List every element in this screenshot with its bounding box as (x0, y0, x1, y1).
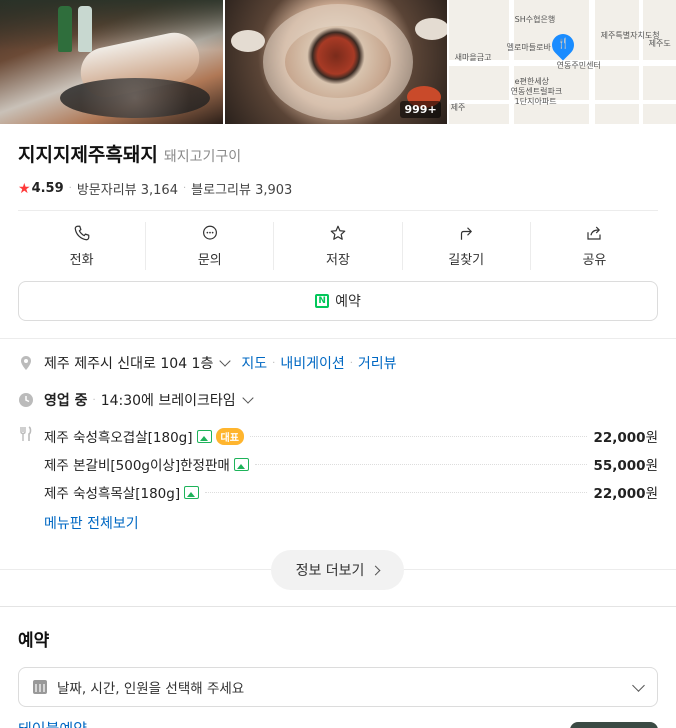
naver-booking-icon: N (315, 294, 330, 308)
gallery-photo-1[interactable] (0, 0, 224, 124)
more-info-button[interactable]: 정보 더보기 (271, 550, 404, 590)
separator-dot: · (349, 357, 353, 369)
menu-view-all-row: 메뉴판 전체보기 (44, 513, 139, 533)
star-rating-icon: ★ (18, 180, 31, 197)
reservation-date-select[interactable]: 날짜, 시간, 인원을 선택해 주세요 (18, 667, 658, 707)
address-row: 제주 제주시 신대로 104 1층 지도 · 내비게이션 · 거리뷰 (18, 353, 397, 373)
clock-icon (18, 392, 34, 408)
menu-icon-row (18, 426, 44, 442)
map-label: 1단지아파트 (514, 97, 557, 106)
menu-item[interactable]: 제주 본갈비[500g이상]한정판매 55,000원 (44, 454, 658, 474)
place-header: 지지지제주흑돼지 돼지고기구이 ★ 4.59 · 방문자리뷰 3,164 · 블… (18, 124, 658, 198)
map-label: 멜로마들로바 (506, 43, 551, 52)
table-reservation-link[interactable]: 테이블예약 (18, 718, 87, 728)
reserve-label: 예약 (335, 294, 361, 310)
hours-status: 영업 중 (44, 393, 88, 409)
dotted-leader (249, 435, 588, 437)
reservation-section-title: 예약 (18, 631, 50, 651)
inquiry-label: 문의 (197, 253, 222, 268)
divider (18, 210, 658, 211)
menu-item-price: 22,000원 (593, 430, 658, 446)
rating-row: ★ 4.59 · 방문자리뷰 3,164 · 블로그리뷰 3,903 (18, 179, 658, 199)
map-link[interactable]: 지도 (241, 353, 267, 373)
phone-icon (74, 225, 89, 241)
reservation-thumbnail[interactable] (570, 722, 658, 728)
share-icon (587, 226, 602, 240)
chevron-down-icon[interactable] (219, 355, 232, 367)
photo-icon (233, 457, 249, 471)
map-thumbnail[interactable]: SH수협은행 제주특별자치도청 제주도 멜로마들로바 새마을금고 연동주민센터 … (448, 0, 676, 124)
directions-icon (461, 227, 473, 240)
grill-shape (60, 78, 210, 118)
menu-item-name: 제주 숙성흑목살[180g] (44, 486, 181, 502)
chat-icon (202, 225, 217, 240)
calendar-icon (33, 680, 47, 694)
signature-badge: 대표 (215, 427, 244, 445)
separator-dot: · (92, 394, 96, 406)
divider (0, 338, 676, 339)
star-icon (330, 225, 346, 240)
call-label: 전화 (69, 253, 94, 268)
action-bar: 전화 문의 저장 길찾기 공유 (18, 222, 658, 270)
chevron-down-icon[interactable] (242, 392, 254, 404)
dotted-leader (254, 463, 588, 465)
fork-knife-icon (18, 426, 34, 442)
more-info-label: 정보 더보기 (295, 563, 365, 579)
menu-item[interactable]: 제주 숙성흑목살[180g] 22,000원 (44, 482, 658, 502)
hours-detail[interactable]: 14:30에 브레이크타임 (101, 390, 236, 410)
place-category: 돼지고기구이 (163, 149, 242, 165)
share-button[interactable]: 공유 (531, 222, 658, 270)
call-button[interactable]: 전화 (18, 222, 147, 270)
menu-item-price: 22,000원 (593, 486, 658, 502)
hours-row: 영업 중 · 14:30에 브레이크타임 (18, 390, 254, 410)
map-label: 새마을금고 (454, 53, 492, 62)
inquiry-button[interactable]: 문의 (146, 222, 275, 270)
gallery-photo-2[interactable]: 999+ (225, 0, 447, 124)
chevron-down-icon (632, 678, 645, 692)
place-name: 지지지제주흑돼지 (18, 144, 158, 166)
menu-item-name: 제주 숙성흑오겹살[180g] (44, 430, 193, 446)
menu-item-name: 제주 본갈비[500g이상]한정판매 (44, 458, 230, 474)
section-divider (0, 606, 676, 607)
separator-dot: · (182, 183, 187, 194)
map-label: 제주도 (648, 39, 671, 48)
directions-label: 길찾기 (448, 253, 485, 268)
name-row: 지지지제주흑돼지 돼지고기구이 (18, 140, 658, 167)
directions-button[interactable]: 길찾기 (403, 222, 531, 270)
dotted-leader (205, 491, 588, 493)
meat-ring-shape (263, 4, 414, 120)
share-label: 공유 (582, 253, 607, 268)
photo-gallery: 999+ SH수협은행 제주특별자치도청 제주도 멜로마들로바 새마을금고 연동… (0, 0, 676, 124)
side-dish (231, 30, 266, 52)
bottle-shape (58, 6, 72, 52)
menu-item-price: 55,000원 (593, 458, 658, 474)
save-label: 저장 (326, 253, 350, 268)
reservation-placeholder: 날짜, 시간, 인원을 선택해 주세요 (57, 681, 245, 697)
visitor-reviews-link[interactable]: 방문자리뷰 3,164 (77, 179, 178, 198)
navigation-link[interactable]: 내비게이션 (280, 353, 344, 373)
save-button[interactable]: 저장 (274, 222, 403, 270)
photo-icon (184, 485, 200, 499)
side-dish (415, 18, 447, 40)
blog-reviews-link[interactable]: 블로그리뷰 3,903 (191, 179, 292, 198)
street-view-link[interactable]: 거리뷰 (358, 353, 397, 373)
map-road (638, 0, 643, 124)
photo-icon (196, 429, 212, 443)
reserve-button[interactable]: N 예약 (18, 281, 658, 321)
bottle-shape (78, 6, 92, 52)
map-pin-icon: 🍴 (547, 29, 579, 61)
map-label: 연동주민센터 (556, 61, 601, 70)
separator-dot: · (68, 183, 72, 194)
separator-dot: · (272, 357, 276, 369)
photo-count-badge[interactable]: 999+ (400, 101, 441, 118)
address-text[interactable]: 제주 제주시 신대로 104 1층 (44, 353, 213, 373)
chevron-right-icon (370, 565, 381, 575)
menu-item[interactable]: 제주 숙성흑오겹살[180g] 대표 22,000원 (44, 426, 658, 446)
menu-view-all-link[interactable]: 메뉴판 전체보기 (44, 513, 139, 533)
map-road (508, 0, 514, 124)
map-label: SH수협은행 (514, 15, 556, 24)
map-label: 제주 (450, 103, 466, 112)
location-pin-icon (18, 355, 34, 371)
rating-value: 4.59 (31, 181, 64, 196)
